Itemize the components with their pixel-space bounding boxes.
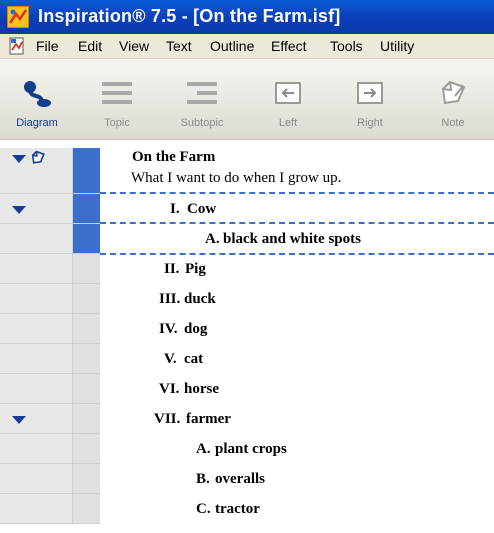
topic-label: Topic	[104, 117, 130, 129]
selection-border	[100, 253, 494, 255]
gutter-row	[0, 284, 100, 314]
topic-number: IV.	[159, 321, 178, 337]
inspiration-app-icon[interactable]	[7, 6, 29, 28]
topic-button[interactable]: Topic	[82, 59, 152, 139]
subtopic-icon	[187, 82, 217, 104]
topic-number: A.	[205, 231, 220, 247]
collapse-triangle-icon[interactable]	[12, 155, 26, 163]
topic-text[interactable]: plant crops	[215, 441, 287, 458]
gutter-row	[0, 314, 100, 344]
gutter-row	[0, 434, 100, 464]
document-icon[interactable]	[8, 37, 26, 55]
collapse-triangle-icon[interactable]	[12, 206, 26, 214]
topic-number: V.	[164, 351, 177, 367]
topic-text[interactable]: dog	[184, 321, 207, 338]
menu-utility[interactable]: Utility	[380, 38, 414, 54]
topic-number: I.	[170, 201, 180, 217]
right-button[interactable]: Right	[335, 59, 405, 139]
note-icon	[441, 80, 466, 105]
topic-number: III.	[159, 291, 181, 307]
topic-icon	[102, 82, 132, 104]
topic-number: B.	[196, 471, 210, 487]
menu-outline[interactable]: Outline	[210, 38, 254, 54]
topic-number: VII.	[154, 411, 181, 427]
topic-text[interactable]: overalls	[215, 471, 265, 488]
menu-bar: File Edit View Text Outline Effect Tools…	[0, 34, 494, 59]
outline-gutter	[0, 140, 100, 533]
menu-effect[interactable]: Effect	[271, 38, 307, 54]
gutter-row	[0, 494, 100, 524]
topic-text[interactable]: black and white spots	[223, 231, 361, 248]
right-arrow-icon	[357, 82, 383, 104]
toolbar: Diagram Topic Subtopic Left Right Note	[0, 59, 494, 140]
topic-text[interactable]: duck	[184, 291, 216, 308]
title-bar[interactable]: Inspiration® 7.5 - [On the Farm.isf]	[0, 0, 494, 34]
gutter-row	[0, 254, 100, 284]
main-idea-note[interactable]: What I want to do when I grow up.	[131, 170, 341, 187]
menu-view[interactable]: View	[119, 38, 149, 54]
menu-tools[interactable]: Tools	[330, 38, 363, 54]
topic-number: C.	[196, 501, 211, 517]
right-label: Right	[357, 117, 383, 129]
note-button[interactable]: Note	[418, 59, 488, 139]
topic-number: II.	[164, 261, 180, 277]
selection-border	[100, 222, 494, 224]
diagram-icon	[24, 81, 51, 107]
diagram-label: Diagram	[16, 117, 58, 129]
gutter-row	[0, 404, 100, 434]
topic-text[interactable]: Cow	[187, 201, 216, 218]
note-label: Note	[441, 117, 465, 129]
subtopic-button[interactable]: Subtopic	[167, 59, 237, 139]
left-arrow-icon	[275, 82, 301, 104]
collapse-triangle-icon[interactable]	[12, 416, 26, 424]
gutter-row	[0, 148, 100, 194]
gutter-row	[0, 344, 100, 374]
topic-text[interactable]: farmer	[186, 411, 231, 428]
gutter-row	[0, 224, 100, 254]
topic-text[interactable]: Pig	[185, 261, 206, 278]
window-title: Inspiration® 7.5 - [On the Farm.isf]	[38, 6, 341, 26]
topic-number: A.	[196, 441, 211, 457]
menu-edit[interactable]: Edit	[78, 38, 102, 54]
selection-border	[100, 192, 494, 194]
gutter-row	[0, 464, 100, 494]
topic-number: VI.	[159, 381, 180, 397]
topic-text[interactable]: horse	[184, 381, 219, 398]
gutter-row	[0, 194, 100, 224]
left-label: Left	[278, 117, 298, 129]
gutter-row	[0, 374, 100, 404]
menu-file[interactable]: File	[36, 38, 59, 54]
topic-text[interactable]: cat	[184, 351, 203, 368]
diagram-button[interactable]: Diagram	[2, 59, 72, 139]
left-button[interactable]: Left	[253, 59, 323, 139]
subtopic-label: Subtopic	[180, 117, 224, 129]
outline-view[interactable]: On the Farm What I want to do when I gro…	[0, 140, 494, 533]
menu-text[interactable]: Text	[166, 38, 192, 54]
topic-text[interactable]: tractor	[215, 501, 260, 518]
main-idea-title[interactable]: On the Farm	[132, 149, 215, 166]
note-icon[interactable]	[30, 150, 46, 166]
